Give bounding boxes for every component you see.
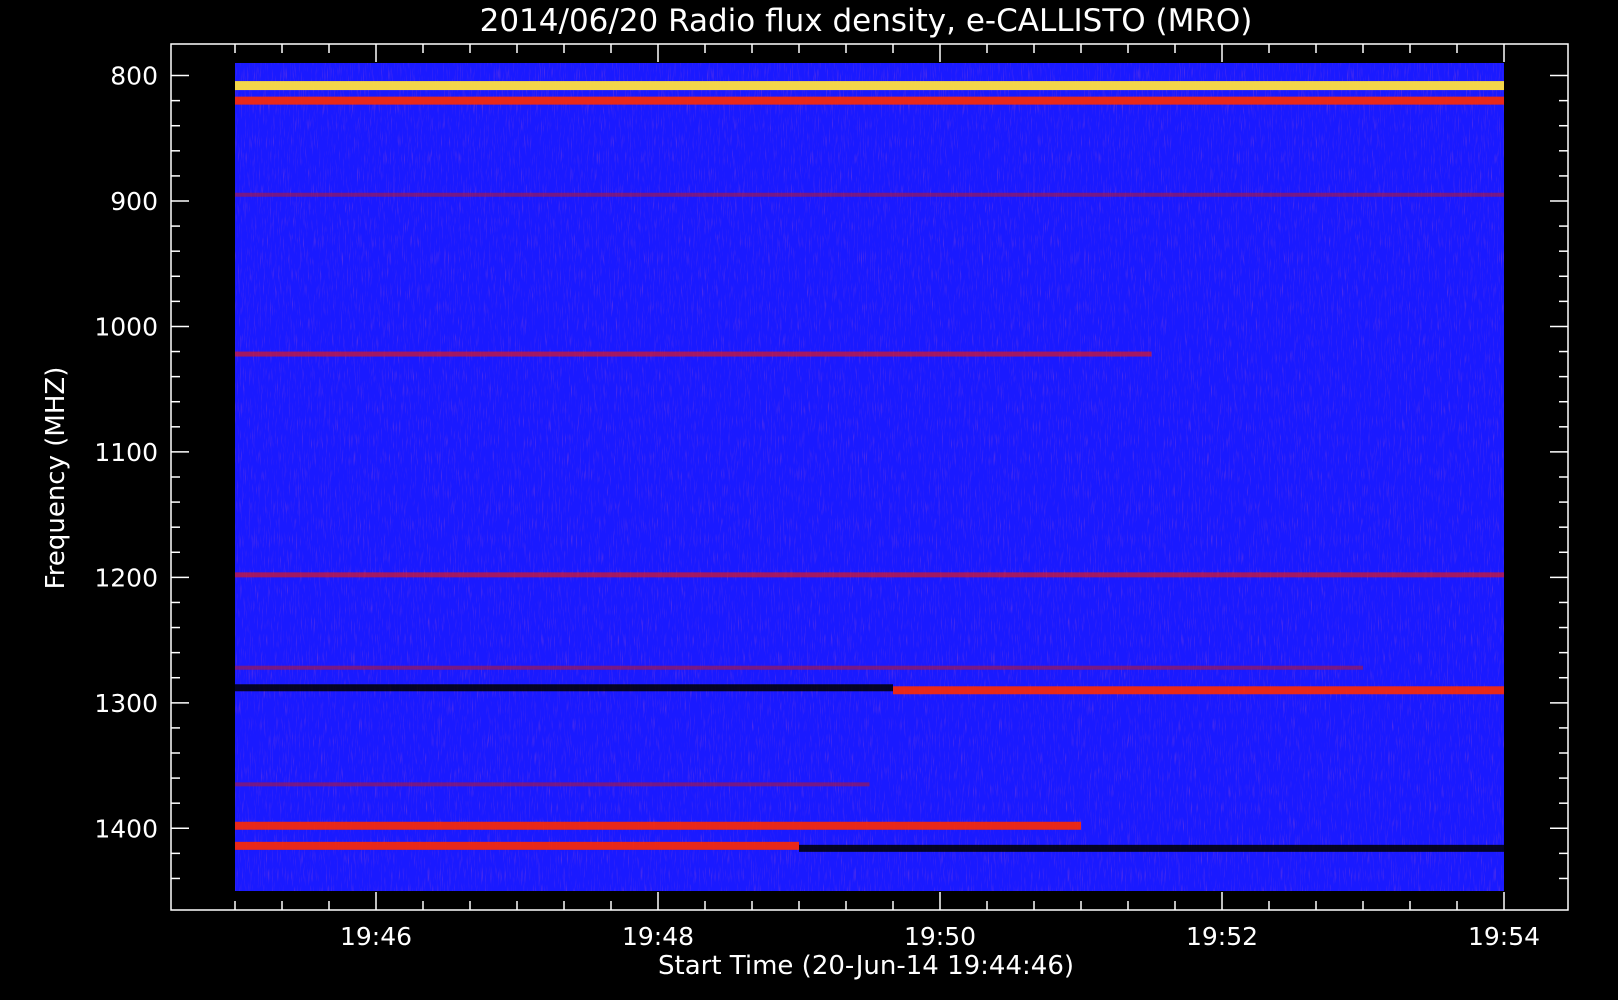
band-0: [235, 81, 1504, 91]
spectrogram-chart: 2014/06/20 Radio flux density, e-CALLIST…: [41, 3, 1569, 981]
x-tick-label: 19:50: [904, 922, 976, 951]
y-tick-label: 800: [110, 62, 158, 91]
y-tick-label: 1400: [94, 814, 158, 843]
band-9: [235, 821, 1081, 830]
y-tick-label: 1000: [94, 312, 158, 341]
band-7: [893, 686, 1504, 695]
band-11: [799, 844, 1504, 852]
band-10: [235, 841, 799, 850]
plot-area: [235, 63, 1504, 891]
band-5: [235, 665, 1363, 670]
y-tick-label: 1200: [94, 563, 158, 592]
x-tick-label: 19:54: [1468, 922, 1540, 951]
x-tick-label: 19:46: [340, 922, 412, 951]
x-axis-label: Start Time (20-Jun-14 19:44:46): [658, 951, 1074, 981]
x-tick-label: 19:52: [1186, 922, 1258, 951]
x-tick-label: 19:48: [622, 922, 694, 951]
y-tick-label: 900: [110, 187, 158, 216]
band-6: [235, 684, 893, 692]
y-tick-label: 1300: [94, 689, 158, 718]
y-tick-label: 1100: [94, 438, 158, 467]
band-3: [235, 351, 1152, 357]
band-2: [235, 192, 1504, 197]
chart-title: 2014/06/20 Radio flux density, e-CALLIST…: [480, 3, 1253, 39]
spectrogram-noise: [235, 63, 1504, 891]
band-4: [235, 572, 1504, 578]
band-1: [235, 96, 1504, 105]
y-axis-label: Frequency (MHZ): [41, 367, 71, 590]
band-8: [235, 782, 870, 787]
